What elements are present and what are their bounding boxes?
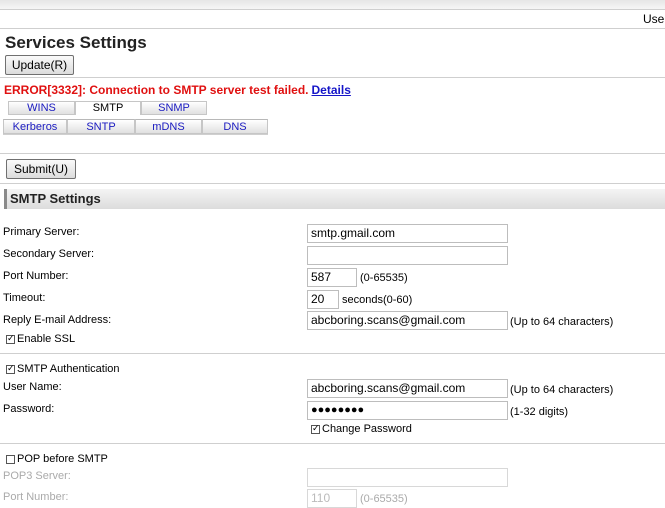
user-name-input[interactable]: abcboring.scans@gmail.com: [307, 379, 508, 398]
timeout-label: Timeout:: [3, 292, 46, 304]
password-input[interactable]: ●●●●●●●●: [307, 401, 508, 420]
tab-smtp[interactable]: SMTP: [75, 101, 141, 115]
reply-email-hint: (Up to 64 characters): [510, 316, 614, 328]
password-label: Password:: [3, 403, 55, 415]
top-bar: [0, 0, 665, 10]
page-title: Services Settings: [5, 33, 147, 52]
divider: [0, 183, 665, 184]
tab-mdns[interactable]: mDNS: [135, 119, 202, 134]
enable-ssl-checkbox[interactable]: [6, 333, 15, 344]
primary-server-label: Primary Server:: [3, 226, 80, 238]
timeout-hint: seconds(0-60): [342, 294, 413, 306]
tab-snmp[interactable]: SNMP: [141, 101, 207, 115]
pop3-server-input[interactable]: [307, 468, 508, 487]
submit-button[interactable]: Submit(U): [6, 159, 76, 179]
tab-sntp[interactable]: SNTP: [67, 119, 135, 134]
tab-dns[interactable]: DNS: [202, 119, 268, 134]
port-number-hint: (0-65535): [360, 272, 408, 284]
tab-kerberos[interactable]: Kerberos: [3, 119, 67, 134]
details-link[interactable]: Details: [312, 83, 351, 97]
error-message: ERROR[3332]: Connection to SMTP server t…: [4, 83, 351, 97]
pop-port-number-hint: (0-65535): [360, 493, 408, 505]
secondary-server-input[interactable]: [307, 246, 508, 265]
smtp-auth-checkbox[interactable]: [6, 363, 15, 374]
section-title: SMTP Settings: [10, 191, 101, 206]
pop-before-smtp-label: POP before SMTP: [17, 453, 108, 465]
user-link[interactable]: User: [643, 12, 665, 26]
tab-divider: [3, 134, 268, 135]
pop3-server-label: POP3 Server:: [3, 470, 71, 482]
user-name-label: User Name:: [3, 381, 62, 393]
update-button[interactable]: Update(R): [5, 55, 74, 75]
divider: [0, 443, 665, 444]
divider: [0, 353, 665, 354]
pop-before-smtp-checkbox[interactable]: [6, 455, 15, 464]
error-text: ERROR[3332]: Connection to SMTP server t…: [4, 83, 309, 97]
pop-port-number-input[interactable]: 110: [307, 489, 357, 508]
user-name-hint: (Up to 64 characters): [510, 384, 614, 396]
tab-wins[interactable]: WINS: [8, 101, 75, 115]
port-number-label: Port Number:: [3, 270, 69, 282]
change-password-checkbox[interactable]: [311, 423, 320, 434]
password-hint: (1-32 digits): [510, 406, 569, 418]
port-number-input[interactable]: 587: [307, 268, 357, 287]
timeout-input[interactable]: 20: [307, 290, 339, 309]
secondary-server-label: Secondary Server:: [3, 248, 95, 260]
user-bar: User: [0, 10, 665, 29]
smtp-auth-label: SMTP Authentication: [17, 363, 120, 375]
divider: [0, 153, 665, 154]
pop-port-number-label: Port Number:: [3, 491, 69, 503]
enable-ssl-label: Enable SSL: [17, 333, 76, 345]
reply-email-input[interactable]: abcboring.scans@gmail.com: [307, 311, 508, 330]
divider: [0, 77, 665, 78]
change-password-label: Change Password: [322, 423, 412, 435]
reply-email-label: Reply E-mail Address:: [3, 314, 112, 326]
section-header: SMTP Settings: [4, 189, 665, 209]
primary-server-input[interactable]: smtp.gmail.com: [307, 224, 508, 243]
